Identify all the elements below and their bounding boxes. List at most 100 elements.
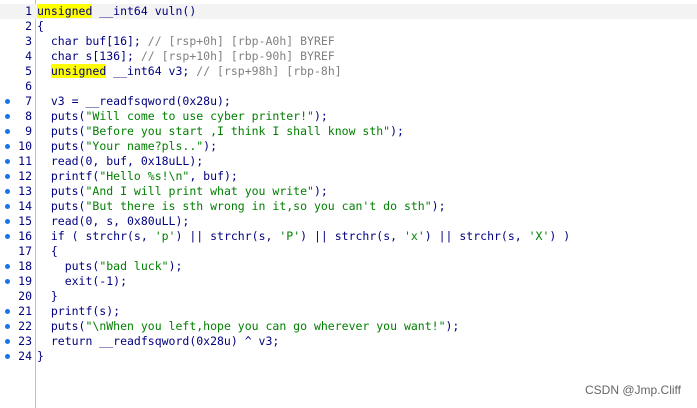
code-token: { [37, 19, 44, 33]
code-line[interactable]: 23 return __readfsqword(0x28u) ^ v3; [0, 334, 697, 349]
code-line[interactable]: 24} [0, 349, 697, 364]
code-text[interactable]: char s[136]; // [rsp+10h] [rbp-90h] BYRE… [37, 49, 335, 64]
code-text[interactable]: puts("And I will print what you write"); [37, 184, 328, 199]
code-text[interactable]: puts("Will come to use cyber printer!"); [37, 109, 328, 124]
code-token: puts( [37, 319, 86, 333]
code-token: printf(s); [37, 304, 121, 318]
string-literal: 'x' [403, 229, 425, 243]
line-number: 6 [25, 79, 32, 93]
line-number: 12 [18, 169, 32, 183]
code-line[interactable]: 22 puts("\nWhen you left,hope you can go… [0, 319, 697, 334]
string-literal: "Your name?pls.." [85, 139, 204, 153]
code-line[interactable]: 14 puts("But there is sth wrong in it,so… [0, 199, 697, 214]
line-number: 20 [18, 289, 32, 303]
code-line[interactable]: 3 char buf[16]; // [rsp+0h] [rbp-A0h] BY… [0, 34, 697, 49]
string-literal: 'X' [528, 229, 550, 243]
code-text[interactable]: v3 = __readfsqword(0x28u); [37, 94, 231, 109]
code-text[interactable]: { [37, 19, 44, 34]
code-token: ); [431, 199, 446, 213]
code-token: puts( [37, 199, 86, 213]
code-line[interactable]: 19 exit(-1); [0, 274, 697, 289]
line-number: 7 [25, 94, 32, 108]
code-text[interactable]: } [37, 349, 44, 364]
code-token: ); [168, 259, 183, 273]
string-literal: "\nWhen you left,hope you can go whereve… [85, 319, 446, 333]
code-line[interactable]: 7 v3 = __readfsqword(0x28u); [0, 94, 697, 109]
code-text[interactable]: puts("Your name?pls.."); [37, 139, 217, 154]
code-line[interactable]: 11 read(0, buf, 0x18uLL); [0, 154, 697, 169]
code-line[interactable]: 15 read(0, s, 0x80uLL); [0, 214, 697, 229]
code-text[interactable]: read(0, buf, 0x18uLL); [37, 154, 203, 169]
string-literal: "bad luck" [99, 259, 169, 273]
code-token: read(0, s, 0x80uLL); [37, 214, 190, 228]
code-line[interactable]: 6 [0, 79, 697, 94]
code-token: { [37, 244, 58, 258]
code-text[interactable]: unsigned __int64 vuln() [37, 4, 196, 19]
pseudocode-view[interactable]: 1 unsigned __int64 vuln() 2{3 char buf[16]… [0, 0, 697, 408]
code-line[interactable]: 10 puts("Your name?pls.."); [0, 139, 697, 154]
code-token: char buf[16]; [37, 34, 148, 48]
string-literal: "And I will print what you write" [85, 184, 314, 198]
code-token: ); [203, 139, 218, 153]
code-token: if ( strchr(s, [37, 229, 155, 243]
line-number: 19 [18, 274, 32, 288]
line-number: 9 [25, 124, 32, 138]
code-line[interactable]: 9 puts("Before you start ,I think I shal… [0, 124, 697, 139]
code-token: } [37, 289, 58, 303]
code-line[interactable]: 2{ [0, 19, 697, 34]
line-number: 3 [25, 34, 32, 48]
code-token: puts( [37, 109, 86, 123]
code-line[interactable]: 17 { [0, 244, 697, 259]
code-text[interactable]: puts("Before you start ,I think I shall … [37, 124, 404, 139]
comment: // [rsp+98h] [rbp-8h] [196, 64, 342, 78]
code-line[interactable]: 8 puts("Will come to use cyber printer!"… [0, 109, 697, 124]
code-text[interactable]: char buf[16]; // [rsp+0h] [rbp-A0h] BYRE… [37, 34, 335, 49]
comment: // [rsp+10h] [rbp-90h] BYREF [140, 49, 335, 63]
line-number: 13 [18, 184, 32, 198]
code-text[interactable]: } [37, 289, 58, 304]
code-token: return __readfsqword(0x28u) ^ v3; [37, 334, 280, 348]
code-token: exit(-1); [37, 274, 128, 288]
code-token: ) ) [549, 229, 571, 243]
code-token: puts( [37, 139, 86, 153]
code-text[interactable]: { [37, 244, 58, 259]
code-text[interactable]: unsigned __int64 v3; // [rsp+98h] [rbp-8… [37, 64, 342, 79]
line-number: 15 [18, 214, 32, 228]
code-line[interactable]: 21 printf(s); [0, 304, 697, 319]
code-line[interactable]: 18 puts("bad luck"); [0, 259, 697, 274]
code-line[interactable]: 12 printf("Hello %s!\n", buf); [0, 169, 697, 184]
string-literal: "Will come to use cyber printer!" [85, 109, 314, 123]
code-text[interactable]: printf("Hello %s!\n", buf); [37, 169, 238, 184]
code-text[interactable]: read(0, s, 0x80uLL); [37, 214, 189, 229]
code-line[interactable]: 4 char s[136]; // [rsp+10h] [rbp-90h] BY… [0, 49, 697, 64]
line-number: 23 [18, 334, 32, 348]
line-number: 18 [18, 259, 32, 273]
code-token: , buf); [189, 169, 238, 183]
highlighted-keyword: unsigned [50, 64, 107, 78]
code-token: ) || strchr(s, [300, 229, 404, 243]
code-text[interactable]: printf(s); [37, 304, 120, 319]
code-text[interactable]: puts("bad luck"); [37, 259, 183, 274]
code-token: ) || strchr(s, [175, 229, 280, 243]
code-token: __int64 vuln() [92, 4, 197, 18]
code-token: __int64 v3; [106, 64, 197, 78]
line-number: 14 [18, 199, 32, 213]
code-text[interactable]: puts("But there is sth wrong in it,so yo… [37, 199, 446, 214]
code-token: ); [313, 109, 328, 123]
code-line[interactable]: 20 } [0, 289, 697, 304]
line-number: 24 [18, 349, 32, 363]
code-text[interactable]: exit(-1); [37, 274, 127, 289]
code-token: ); [313, 184, 328, 198]
code-line[interactable]: 1 unsigned __int64 vuln() [0, 4, 697, 19]
code-line[interactable]: 13 puts("And I will print what you write… [0, 184, 697, 199]
code-text[interactable]: puts("\nWhen you left,hope you can go wh… [37, 319, 460, 334]
code-line[interactable]: 16 if ( strchr(s, 'p') || strchr(s, 'P')… [0, 229, 697, 244]
line-number: 8 [25, 109, 32, 123]
comment: // [rsp+0h] [rbp-A0h] BYREF [147, 34, 335, 48]
code-text[interactable]: if ( strchr(s, 'p') || strchr(s, 'P') ||… [37, 229, 570, 244]
code-token: v3 = __readfsqword(0x28u); [37, 94, 231, 108]
code-text[interactable]: return __readfsqword(0x28u) ^ v3; [37, 334, 279, 349]
code-line[interactable]: 5 unsigned __int64 v3; // [rsp+98h] [rbp… [0, 64, 697, 79]
line-number: 1 [25, 4, 32, 18]
line-number: 17 [18, 244, 32, 258]
